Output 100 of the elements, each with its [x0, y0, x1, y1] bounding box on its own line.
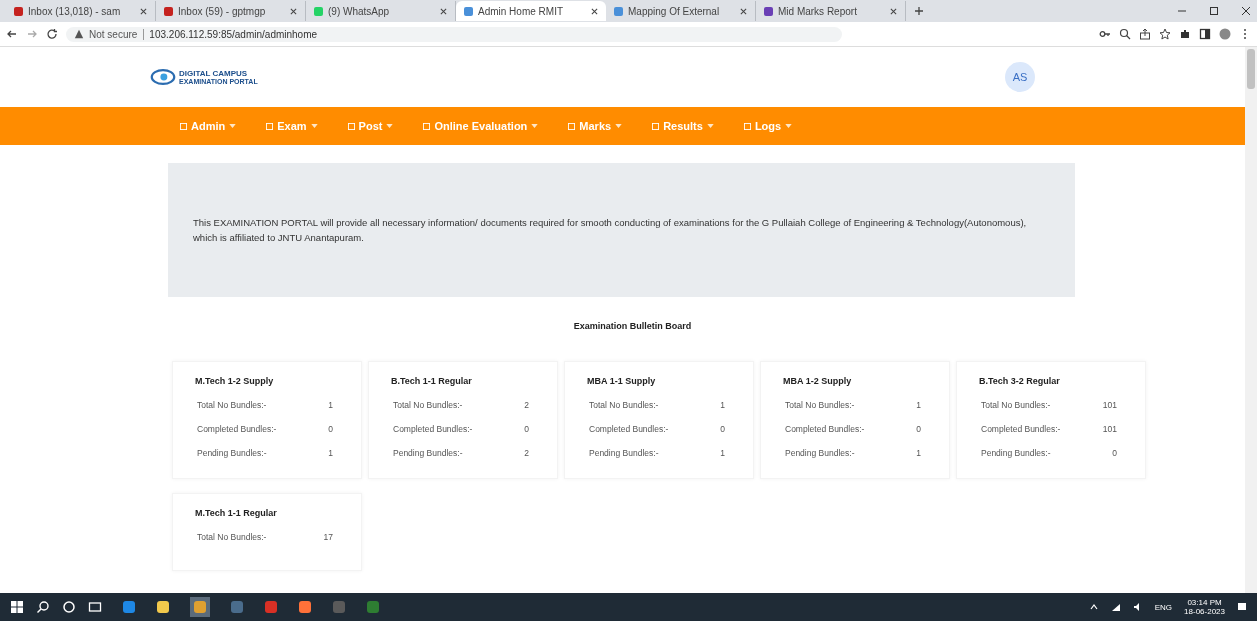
close-icon[interactable] — [140, 7, 147, 15]
back-arrow-icon[interactable] — [6, 28, 18, 40]
notification-icon[interactable] — [1237, 602, 1247, 612]
stat-value: 0 — [720, 424, 725, 434]
stat-label: Total No Bundles:- — [197, 400, 267, 410]
stat-value: 2 — [524, 400, 529, 410]
stat-value: 1 — [720, 400, 725, 410]
menu-item-icon — [347, 122, 355, 130]
stat-label: Total No Bundles:- — [981, 400, 1051, 410]
stat-label: Pending Bundles:- — [197, 448, 267, 458]
stat-label: Pending Bundles:- — [981, 448, 1051, 458]
menu-item-icon — [423, 122, 431, 130]
windows-start-icon[interactable] — [10, 600, 24, 614]
network-icon[interactable] — [1110, 602, 1121, 612]
maximize-icon[interactable] — [1209, 6, 1219, 16]
stat-label: Pending Bundles:- — [785, 448, 855, 458]
search-icon[interactable] — [36, 600, 50, 614]
reload-icon[interactable] — [46, 28, 58, 40]
stat-value: 2 — [524, 448, 529, 458]
menu-item-icon — [652, 122, 660, 130]
browser-tab[interactable]: Mid Marks Report — [756, 1, 906, 21]
stat-label: Completed Bundles:- — [197, 424, 277, 434]
star-icon[interactable] — [1159, 28, 1171, 40]
close-icon[interactable] — [1241, 6, 1251, 16]
stat-value: 1 — [916, 448, 921, 458]
card-title: M.Tech 1-2 Supply — [195, 376, 275, 386]
share-icon[interactable] — [1139, 28, 1151, 40]
scrollbar[interactable] — [1245, 47, 1257, 593]
close-icon[interactable] — [890, 7, 897, 15]
stat-value: 0 — [1112, 448, 1117, 458]
puzzle-icon[interactable] — [1179, 28, 1191, 40]
stat-label: Completed Bundles:- — [393, 424, 473, 434]
stat-value: 1 — [916, 400, 921, 410]
favicon-icon — [314, 6, 323, 16]
browser-tab[interactable]: Inbox (59) - gptmgp — [156, 1, 306, 21]
stat-value: 0 — [916, 424, 921, 434]
favicon-icon — [614, 6, 623, 16]
taskbar-app-icon[interactable] — [122, 600, 136, 614]
stat-label: Total No Bundles:- — [393, 400, 463, 410]
stat-value: 1 — [328, 448, 333, 458]
caret-icon — [785, 124, 793, 128]
favicon-icon — [764, 6, 773, 16]
stat-label: Total No Bundles:- — [785, 400, 855, 410]
caret-icon — [229, 124, 237, 128]
favicon-icon — [14, 6, 23, 16]
caret-icon — [706, 124, 714, 128]
zoom-icon[interactable] — [1119, 28, 1131, 40]
new-tab-icon[interactable] — [914, 6, 924, 16]
language-indicator[interactable]: ENG — [1154, 602, 1173, 612]
stat-label: Completed Bundles:- — [981, 424, 1061, 434]
stat-value: 101 — [1102, 400, 1117, 410]
stat-label: Total No Bundles:- — [197, 532, 267, 542]
menu-item-icon — [743, 122, 751, 130]
menu-item-icon — [180, 122, 187, 130]
warning-icon — [74, 29, 84, 39]
close-icon[interactable] — [440, 7, 447, 15]
close-icon[interactable] — [591, 7, 598, 15]
chevron-up-icon[interactable] — [1088, 602, 1099, 612]
stat-value: 1 — [328, 400, 333, 410]
stat-label: Completed Bundles:- — [589, 424, 669, 434]
bulletin-board-title: Examination Bulletin Board — [572, 321, 693, 331]
close-icon[interactable] — [740, 7, 747, 15]
card-title: MBA 1-2 Supply — [783, 376, 853, 386]
browser-tab[interactable]: Admin Home RMIT — [456, 1, 606, 21]
profile-icon[interactable] — [1219, 28, 1231, 40]
clock[interactable]: 03:14 PM 18-06-2023 — [1184, 598, 1225, 616]
user-avatar[interactable]: AS — [1005, 62, 1035, 92]
key-icon[interactable] — [1099, 28, 1111, 40]
stat-label: Total No Bundles:- — [589, 400, 659, 410]
stat-value: 17 — [323, 532, 333, 542]
menu-item-icon — [266, 122, 274, 130]
stat-value: 0 — [328, 424, 333, 434]
logo-icon — [150, 68, 176, 86]
caret-icon — [615, 124, 623, 128]
caret-icon — [531, 124, 539, 128]
card-title: MBA 1-1 Supply — [587, 376, 657, 386]
taskbar-app-icon[interactable] — [298, 600, 312, 614]
task-view-icon[interactable] — [88, 600, 102, 614]
address-field[interactable]: Not secure 103.206.112.59:85/admin/adminhome — [66, 26, 842, 42]
stat-label: Pending Bundles:- — [589, 448, 659, 458]
close-icon[interactable] — [290, 7, 297, 15]
browser-tab[interactable]: Inbox (13,018) - sam — [6, 1, 156, 21]
circle-icon[interactable] — [62, 600, 76, 614]
card-title: B.Tech 3-2 Regular — [979, 376, 1061, 386]
favicon-icon — [464, 6, 473, 16]
caret-icon — [310, 124, 318, 128]
stat-value: 101 — [1102, 424, 1117, 434]
stat-label: Completed Bundles:- — [785, 424, 865, 434]
browser-tab[interactable]: Mapping Of External — [606, 1, 756, 21]
taskbar-app-icon[interactable] — [156, 600, 170, 614]
menu-item-icon — [568, 122, 576, 130]
card-title: M.Tech 1-1 Regular — [195, 508, 278, 518]
caret-icon — [386, 124, 394, 128]
card-title: B.Tech 1-1 Regular — [391, 376, 473, 386]
stat-label: Pending Bundles:- — [393, 448, 463, 458]
stat-value: 0 — [524, 424, 529, 434]
side-panel-icon[interactable] — [1199, 28, 1211, 40]
stat-value: 1 — [720, 448, 725, 458]
favicon-icon — [164, 6, 173, 16]
portal-description: This EXAMINATION PORTAL will provide all necessary information/ documents required for smooth conducting of examinations for the G Pullaiah College of Engineering & Technology(Autonomous), which is affiliated to JNTU Anantapuram. — [193, 215, 1028, 245]
